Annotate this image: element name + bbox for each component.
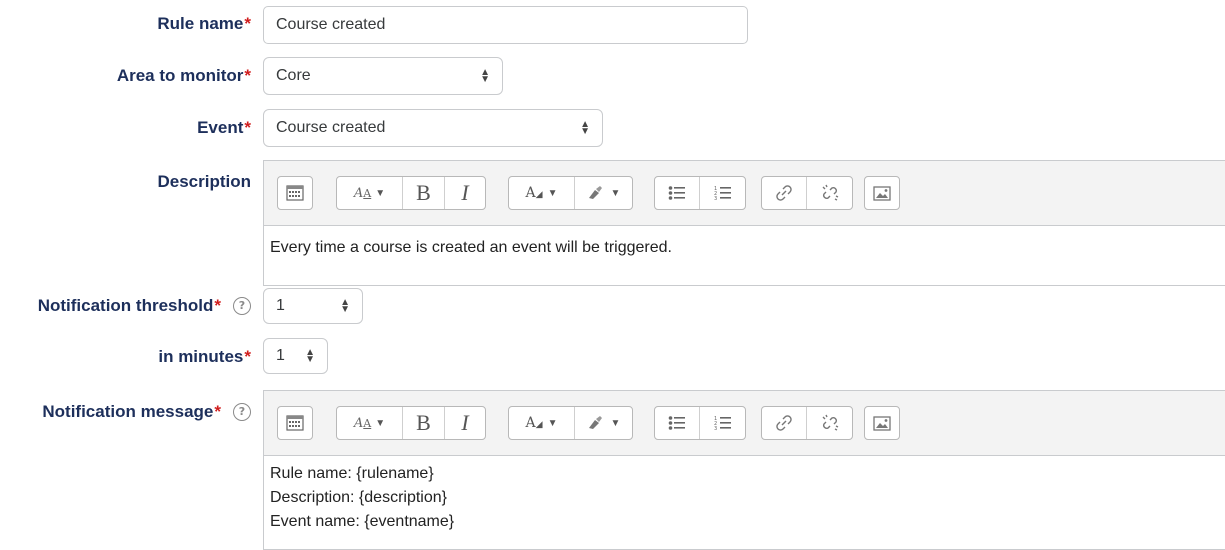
numbered-list-icon[interactable]: 123 — [700, 177, 745, 209]
area-to-monitor-select[interactable]: Core ▲ ▼ — [263, 57, 503, 95]
select-arrows-icon: ▲ ▼ — [340, 297, 350, 315]
text-color-icon[interactable]: A◢ ▼ — [509, 177, 575, 209]
toggle-toolbar-icon[interactable] — [278, 407, 312, 439]
svg-text:3: 3 — [714, 196, 717, 201]
link-icon[interactable] — [762, 177, 807, 209]
italic-icon[interactable]: I — [445, 407, 485, 439]
required-marker: * — [214, 402, 221, 421]
description-label: Description — [157, 172, 251, 191]
rule-name-input[interactable]: Course created — [263, 6, 748, 44]
toggle-toolbar-icon[interactable] — [278, 177, 312, 209]
description-content[interactable]: Every time a course is created an event … — [264, 226, 1225, 270]
unlink-icon[interactable] — [807, 177, 852, 209]
paragraph-style-icon[interactable]: AA ▼ — [337, 407, 403, 439]
italic-icon[interactable]: I — [445, 177, 485, 209]
help-icon[interactable]: ? — [233, 403, 251, 421]
editor-toolbar: AA ▼ B I A◢ ▼ ▼ 123 — [264, 161, 1225, 226]
area-to-monitor-label: Area to monitor * — [116, 66, 251, 85]
message-line: Description: {description} — [270, 489, 447, 506]
select-arrows-icon: ▲ ▼ — [305, 347, 315, 365]
required-marker: * — [244, 118, 251, 137]
highlight-icon[interactable]: ▼ — [575, 407, 632, 439]
highlight-icon[interactable]: ▼ — [575, 177, 632, 209]
required-marker: * — [244, 14, 251, 33]
image-icon[interactable] — [865, 177, 899, 209]
required-marker: * — [244, 347, 251, 366]
help-icon[interactable]: ? — [233, 297, 251, 315]
select-arrows-icon: ▲ ▼ — [580, 119, 590, 137]
text-color-icon[interactable]: A◢ ▼ — [509, 407, 575, 439]
unlink-icon[interactable] — [807, 407, 852, 439]
required-marker: * — [214, 296, 221, 315]
notification-message-label: Notification message *? — [42, 402, 251, 422]
in-minutes-label: in minutes * — [158, 347, 251, 366]
bold-icon[interactable]: B — [403, 177, 445, 209]
message-line: Rule name: {rulename} — [270, 465, 434, 482]
in-minutes-select[interactable]: 1 ▲ ▼ — [263, 338, 328, 374]
bullet-list-icon[interactable] — [655, 177, 700, 209]
image-icon[interactable] — [865, 407, 899, 439]
svg-text:3: 3 — [714, 426, 717, 431]
numbered-list-icon[interactable]: 123 — [700, 407, 745, 439]
rule-name-label: Rule name * — [157, 14, 251, 33]
paragraph-style-icon[interactable]: AA ▼ — [337, 177, 403, 209]
notification-message-content[interactable]: Rule name: {rulename} Description: {desc… — [264, 456, 1225, 540]
notification-message-editor[interactable]: AA ▼ B I A◢ ▼ ▼ 123 Rule name: {rulename… — [263, 390, 1225, 550]
required-marker: * — [244, 66, 251, 85]
select-arrows-icon: ▲ ▼ — [480, 67, 490, 85]
editor-toolbar: AA ▼ B I A◢ ▼ ▼ 123 — [264, 391, 1225, 456]
event-label: Event * — [197, 118, 251, 137]
link-icon[interactable] — [762, 407, 807, 439]
bold-icon[interactable]: B — [403, 407, 445, 439]
notification-threshold-select[interactable]: 1 ▲ ▼ — [263, 288, 363, 324]
bullet-list-icon[interactable] — [655, 407, 700, 439]
notification-threshold-label: Notification threshold *? — [38, 296, 251, 316]
message-line: Event name: {eventname} — [270, 513, 455, 530]
description-editor[interactable]: AA ▼ B I A◢ ▼ ▼ 123 Every time a course … — [263, 160, 1225, 286]
event-select[interactable]: Course created ▲ ▼ — [263, 109, 603, 147]
